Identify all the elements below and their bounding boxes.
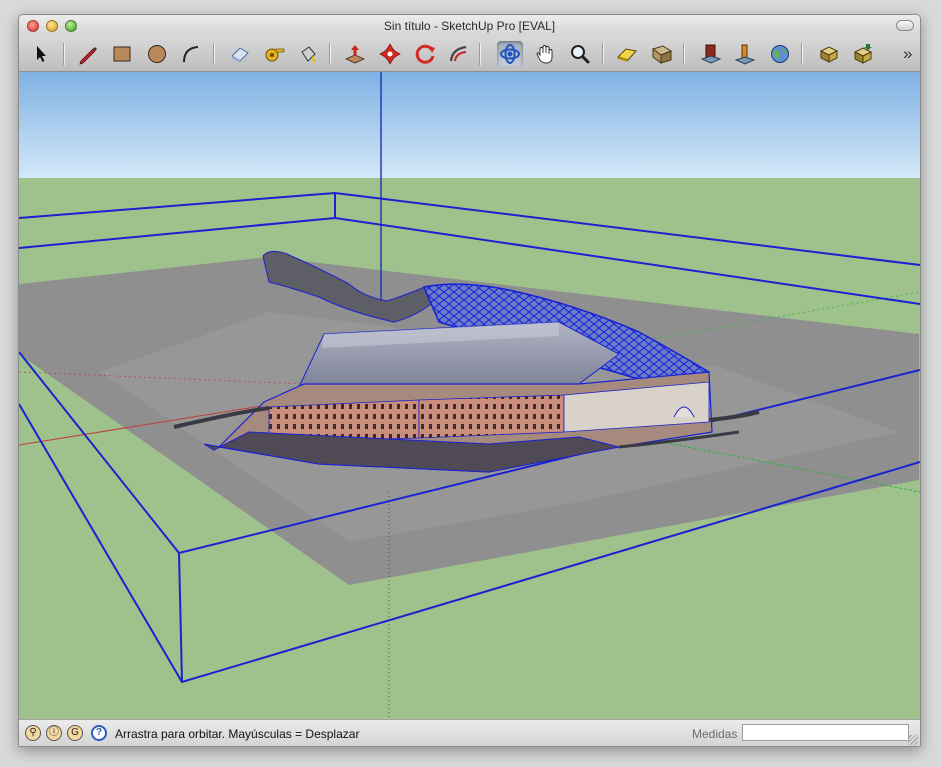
share-model-icon[interactable] [816, 41, 842, 67]
select-arrow-icon[interactable] [28, 41, 54, 67]
orbit-icon[interactable] [497, 41, 523, 67]
google-earth-icon[interactable] [767, 41, 793, 67]
app-window: Sin título - SketchUp Pro [EVAL] » ⚲ ⓘ G… [18, 14, 921, 747]
components-icon[interactable] [698, 41, 724, 67]
section-icon[interactable] [649, 41, 675, 67]
tape-measure-icon[interactable] [261, 41, 287, 67]
title-bar[interactable]: Sin título - SketchUp Pro [EVAL] [19, 15, 920, 37]
push-pull-icon[interactable] [342, 41, 368, 67]
geolocation-icon[interactable]: ⚲ [25, 725, 41, 741]
status-hint: Arrastra para orbitar. Mayúsculas = Desp… [115, 727, 360, 741]
scene-icon[interactable] [614, 41, 640, 67]
user-icon[interactable]: G [67, 725, 83, 741]
sky [19, 72, 920, 178]
get-models-icon[interactable] [850, 41, 876, 67]
zoom-icon[interactable] [567, 41, 593, 67]
rectangle-icon[interactable] [109, 41, 135, 67]
window-title: Sin título - SketchUp Pro [EVAL] [383, 19, 556, 33]
credits-icon[interactable]: ⓘ [46, 725, 62, 741]
arc-icon[interactable] [178, 41, 204, 67]
help-icon[interactable]: ? [91, 725, 107, 741]
measurements-input[interactable] [742, 724, 909, 741]
circle-icon[interactable] [144, 41, 170, 67]
pan-hand-icon[interactable] [532, 41, 558, 67]
materials-icon[interactable] [732, 41, 758, 67]
resize-grip[interactable] [908, 735, 918, 745]
rotate-icon[interactable] [412, 41, 438, 67]
toolbar-toggle-button[interactable] [896, 20, 914, 31]
measurements-label: Medidas [692, 727, 738, 741]
move-icon[interactable] [377, 41, 403, 67]
3d-viewport[interactable] [19, 72, 920, 719]
main-toolbar: » [19, 37, 920, 72]
toolbar-overflow-icon[interactable]: » [903, 44, 912, 64]
eraser-icon[interactable] [227, 41, 253, 67]
pencil-icon[interactable] [75, 41, 101, 67]
paint-bucket-icon[interactable] [295, 41, 321, 67]
follow-me-icon[interactable] [446, 41, 472, 67]
status-bar: ⚲ ⓘ G ? Arrastra para orbitar. Mayúscula… [19, 719, 920, 746]
